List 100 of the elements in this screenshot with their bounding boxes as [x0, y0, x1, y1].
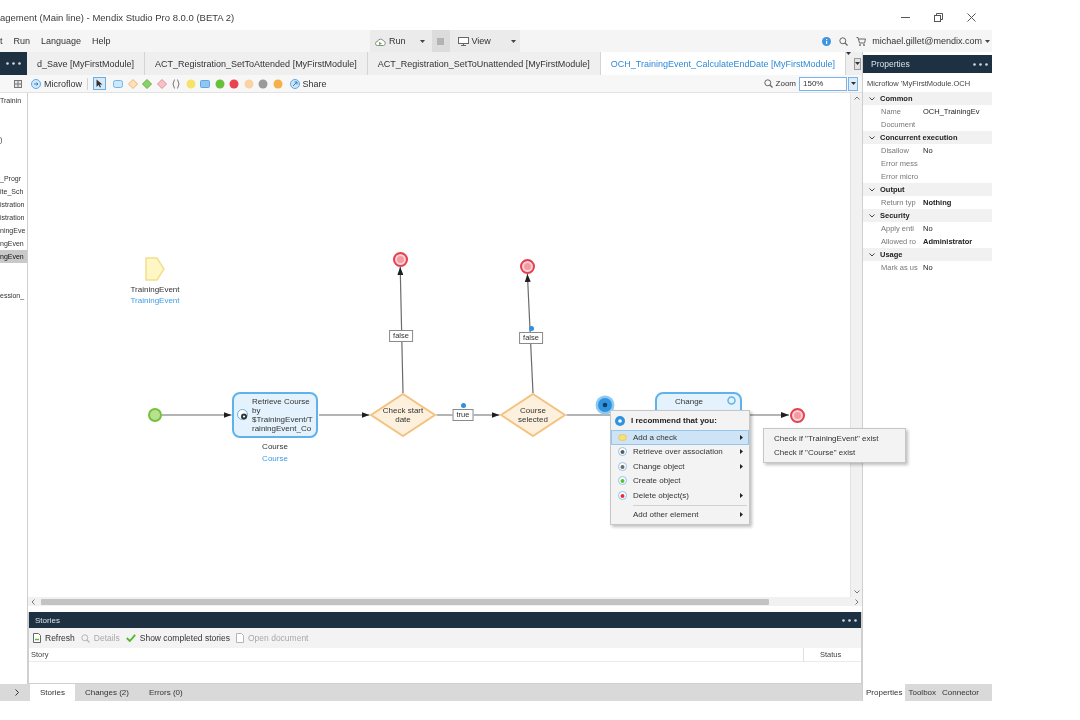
document-icon	[236, 633, 244, 643]
share-button[interactable]: Share	[289, 77, 327, 90]
caret-icon[interactable]	[511, 39, 516, 43]
circle-icon[interactable]	[229, 78, 239, 89]
close-icon[interactable]	[967, 13, 976, 22]
decision-label: Course selected	[517, 406, 549, 424]
cursor-icon	[96, 79, 103, 88]
info-icon[interactable]	[822, 36, 832, 46]
toolbar-button[interactable]: Refresh	[33, 633, 75, 643]
chevron-down-icon	[869, 96, 875, 101]
panel-tab[interactable]: Stories	[30, 684, 75, 701]
chevron-down-icon	[869, 252, 875, 257]
view-button[interactable]: View	[457, 35, 491, 47]
bracket-icon[interactable]	[171, 78, 181, 89]
document-tab[interactable]: OCH_TrainingEvent_CalculateEndDate [MyFirstModule]	[600, 52, 846, 75]
panel-tab[interactable]: Toolbox	[905, 684, 940, 701]
ellipse-icon	[618, 433, 627, 441]
chevron-up-icon[interactable]	[853, 96, 860, 100]
menu-item[interactable]: Help	[92, 35, 111, 47]
panel-title: Properties	[871, 59, 910, 69]
dots-icon[interactable]	[842, 618, 857, 622]
tab-list-button[interactable]	[854, 57, 861, 70]
check-icon	[125, 634, 136, 642]
output-variable-name: Course	[262, 442, 288, 452]
zoom-label: Zoom	[775, 79, 796, 88]
end-event-icon	[789, 407, 805, 423]
menu-heading: I recommend that you:	[631, 416, 717, 425]
account-menu[interactable]: michael.gillet@mendix.com	[872, 35, 982, 47]
end-event-icon	[392, 251, 408, 267]
menu-item[interactable]: Delete object(s)	[611, 488, 749, 503]
panel-tab[interactable]: Connector	[939, 684, 982, 701]
connection-dot-icon	[528, 326, 534, 331]
run-button[interactable]: Run	[375, 35, 406, 47]
cloud-arrow-icon	[375, 36, 386, 46]
circle-dot-icon	[618, 476, 627, 486]
menu-item[interactable]: Add other element	[611, 507, 749, 522]
chevron-right-icon[interactable]	[855, 598, 859, 605]
zoom-field[interactable]: 150%	[799, 76, 847, 91]
dots-icon[interactable]	[6, 62, 21, 65]
zoom-icon	[763, 79, 773, 88]
caret-icon[interactable]	[419, 39, 425, 43]
rectangle-icon[interactable]	[200, 78, 210, 89]
parameter-type: TrainingEvent	[130, 296, 180, 306]
menu-item[interactable]: t	[0, 35, 3, 47]
menu-item[interactable]: Language	[41, 35, 82, 47]
circle-icon[interactable]	[214, 78, 225, 89]
activity-label: Change	[675, 397, 704, 406]
submenu-item[interactable]: Check if "Course" exist	[764, 445, 905, 460]
circle-dot-icon	[618, 490, 627, 500]
circle-dot-icon	[618, 447, 627, 457]
zoom-dropdown-button[interactable]	[848, 76, 858, 91]
restore-icon[interactable]	[934, 13, 943, 22]
grid-icon[interactable]	[14, 79, 22, 88]
caret-icon[interactable]	[985, 39, 990, 43]
output-variable-type: Course	[262, 454, 288, 464]
decision-node	[500, 393, 566, 437]
panel-tab[interactable]: Changes (2)	[74, 684, 139, 701]
flow-arrow	[318, 412, 371, 418]
panel-tab[interactable]: Properties	[863, 684, 906, 701]
ring-icon	[727, 396, 736, 405]
caret-icon[interactable]	[850, 82, 856, 85]
menu-item[interactable]: Create object	[611, 473, 749, 488]
end-event-icon	[519, 258, 535, 274]
chevron-down-icon	[869, 213, 875, 218]
flow-arrow	[161, 412, 233, 418]
chevron-left-icon[interactable]	[31, 598, 35, 605]
submenu-item[interactable]: Check if "TrainingEvent" exist	[764, 431, 905, 446]
circle-dot-icon	[618, 461, 627, 471]
chevron-down-icon	[869, 187, 875, 192]
select-tool-button[interactable]	[93, 77, 106, 90]
gear-icon	[237, 409, 249, 421]
dots-icon[interactable]	[973, 62, 988, 66]
chevron-down-icon[interactable]	[853, 590, 860, 594]
search-icon[interactable]	[839, 36, 849, 46]
diamond-icon[interactable]	[142, 78, 152, 89]
chevron-right-icon[interactable]	[15, 689, 19, 696]
menu-item[interactable]: Change object	[611, 459, 749, 474]
monitor-icon	[457, 36, 469, 46]
share-icon	[289, 78, 300, 89]
menu-item[interactable]: Add a check	[611, 430, 749, 445]
scrollbar-thumb[interactable]	[41, 598, 769, 605]
horizontal-scrollbar[interactable]	[28, 597, 862, 606]
chevron-down-icon	[869, 135, 875, 140]
microflow-button[interactable]: Microflow	[31, 77, 82, 90]
search-icon	[80, 633, 90, 643]
activity-label: Retrieve Course by $TrainingEvent/TrainingEvent_Co	[252, 397, 313, 433]
circle-icon[interactable]	[258, 78, 268, 89]
decision-label: Check start date	[381, 406, 425, 424]
connection-dot-icon	[460, 403, 466, 408]
menu-item[interactable]: Retrieve over association	[611, 444, 749, 459]
stop-icon	[437, 37, 444, 45]
cart-icon[interactable]	[856, 36, 867, 46]
parameter-name: TrainingEvent	[130, 285, 180, 295]
caret-icon[interactable]	[855, 62, 860, 65]
rectangle-icon[interactable]	[113, 78, 123, 89]
circle-arrow-icon	[31, 78, 41, 89]
panel-tab[interactable]: Errors (0)	[138, 684, 193, 701]
menu-item[interactable]: Run	[13, 35, 31, 47]
parameter-icon	[145, 257, 165, 281]
toolbar-button[interactable]: Show completed stories	[125, 633, 230, 643]
